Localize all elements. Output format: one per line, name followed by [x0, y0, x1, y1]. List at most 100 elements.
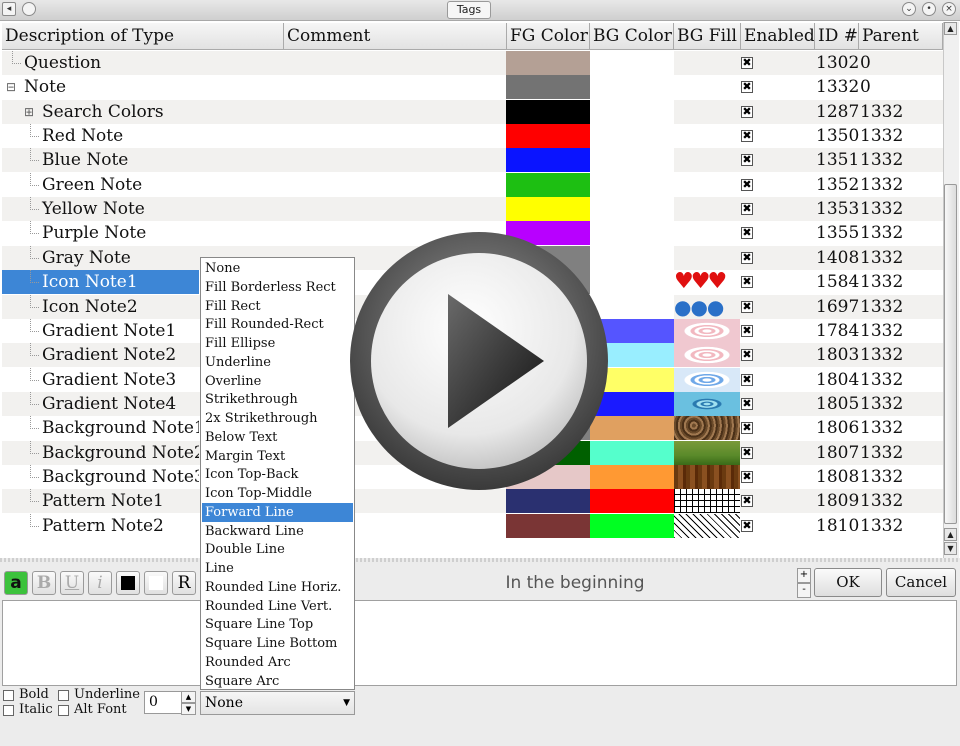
enabled-checkbox[interactable]: ✖ [741, 495, 753, 508]
row-description-cell[interactable]: Gray Note [2, 245, 199, 270]
minimize-icon[interactable]: ⌄ [902, 2, 916, 16]
table-row[interactable]: ⊞ Search Colors ✖ 1287 1332 [2, 99, 943, 124]
enabled-checkbox[interactable]: ✖ [741, 373, 753, 386]
enabled-checkbox[interactable]: ✖ [741, 276, 753, 289]
fg-color-cell[interactable] [506, 148, 590, 173]
enabled-checkbox[interactable]: ✖ [741, 227, 753, 240]
table-row[interactable]: Red Note ✖ 1350 1332 [2, 124, 943, 149]
fg-color-cell[interactable] [506, 172, 590, 197]
bg-fill-cell[interactable] [674, 489, 740, 514]
bg-fill-cell[interactable] [674, 148, 740, 172]
enabled-checkbox[interactable]: ✖ [741, 470, 753, 483]
bg-fill-cell[interactable] [674, 464, 740, 489]
scroll-down-icon[interactable]: ▼ [944, 542, 957, 555]
row-description-cell[interactable]: Red Note [2, 124, 199, 148]
dropdown-option[interactable]: Fill Rect [202, 297, 353, 316]
dropdown-option[interactable]: Square Line Bottom [202, 634, 353, 653]
bg-fill-cell[interactable] [674, 343, 740, 368]
dropdown-option[interactable]: Rounded Arc [202, 653, 353, 672]
bg-color-cell[interactable] [590, 148, 674, 173]
bold-button[interactable]: B [32, 571, 56, 595]
row-description-cell[interactable]: ⊟ Note [2, 75, 199, 99]
dropdown-option[interactable]: None [202, 259, 353, 278]
table-row[interactable]: Pattern Note1 ✖ 1809 1332 [2, 489, 943, 514]
table-row[interactable]: Pattern Note2 ✖ 1810 1332 [2, 513, 943, 538]
dropdown-option[interactable]: Rounded Line Horiz. [202, 578, 353, 597]
spin-down-icon[interactable]: ▼ [181, 703, 196, 715]
col-parent-header[interactable]: Parent [859, 23, 943, 50]
row-description-cell[interactable]: Gradient Note4 [2, 391, 199, 416]
bg-fill-cell[interactable] [674, 173, 740, 197]
row-description-cell[interactable]: Question [2, 51, 199, 75]
enabled-checkbox[interactable]: ✖ [741, 203, 753, 216]
play-overlay-icon[interactable] [348, 230, 610, 492]
col-description-header[interactable]: Description of Type [2, 23, 284, 50]
fg-color-cell[interactable] [506, 99, 590, 124]
col-bg-fill-header[interactable]: BG Fill [674, 23, 741, 50]
row-description-cell[interactable]: Gradient Note2 [2, 343, 199, 367]
enabled-checkbox[interactable]: ✖ [741, 105, 753, 118]
dropdown-option[interactable]: Icon Top-Back [202, 465, 353, 484]
spin-up-icon[interactable]: ▲ [181, 691, 196, 703]
dropdown-option[interactable]: Underline [202, 353, 353, 372]
cancel-button[interactable]: Cancel [886, 568, 956, 597]
expand-icon[interactable]: ⊞ [24, 100, 34, 124]
col-bg-color-header[interactable]: BG Color [590, 23, 674, 50]
fg-color-cell[interactable] [506, 513, 590, 538]
dropdown-option[interactable]: Fill Ellipse [202, 334, 353, 353]
enabled-checkbox[interactable]: ✖ [741, 57, 753, 69]
bg-color-swatch-button[interactable] [144, 571, 168, 595]
italic-checkbox[interactable] [3, 705, 14, 716]
row-description-cell[interactable]: Pattern Note2 [2, 513, 199, 538]
collapse-icon[interactable]: ⊟ [6, 75, 16, 99]
note-textarea[interactable] [2, 600, 957, 686]
dropdown-option[interactable]: Fill Borderless Rect [202, 278, 353, 297]
row-description-cell[interactable]: Background Note3 [2, 464, 199, 489]
scrollbar-thumb[interactable] [944, 184, 957, 524]
comment-input[interactable]: In the beginning [355, 568, 795, 598]
enabled-checkbox[interactable]: ✖ [741, 349, 753, 362]
bg-color-cell[interactable] [590, 489, 674, 514]
bg-color-cell[interactable] [590, 197, 674, 222]
table-row[interactable]: Question ✖ 1302 0 [2, 51, 943, 75]
enabled-checkbox[interactable]: ✖ [741, 178, 753, 191]
row-description-cell[interactable]: Yellow Note [2, 197, 199, 221]
enabled-checkbox[interactable]: ✖ [741, 300, 753, 313]
bg-fill-cell[interactable]: ●●● [674, 295, 740, 319]
table-row[interactable]: Yellow Note ✖ 1353 1332 [2, 197, 943, 222]
text-color-button[interactable]: a [4, 571, 28, 595]
italic-button[interactable]: i [88, 571, 112, 595]
bg-fill-cell[interactable] [674, 75, 740, 99]
bg-color-cell[interactable] [590, 75, 674, 100]
dropdown-option[interactable]: Square Arc [202, 672, 353, 691]
enabled-checkbox[interactable]: ✖ [741, 130, 753, 143]
col-comment-header[interactable]: Comment [284, 23, 507, 50]
bg-fill-cell[interactable] [674, 513, 740, 538]
dropdown-option[interactable]: Line [202, 559, 353, 578]
row-description-cell[interactable]: Icon Note1 [2, 270, 199, 295]
ok-button[interactable]: OK [814, 568, 882, 597]
bg-fill-cell[interactable] [674, 440, 740, 465]
bg-fill-cell[interactable]: ♥♥♥ [674, 270, 740, 294]
increment-icon[interactable]: + [797, 568, 811, 583]
bg-color-cell[interactable] [590, 513, 674, 538]
dropdown-option[interactable]: Icon Top-Middle [202, 484, 353, 503]
bg-fill-cell[interactable] [674, 391, 740, 416]
row-description-cell[interactable]: Background Note1 [2, 416, 199, 440]
dropdown-option[interactable]: Square Line Top [202, 615, 353, 634]
dropdown-option[interactable]: Double Line [202, 540, 353, 559]
fg-color-cell[interactable] [506, 124, 590, 149]
bg-color-cell[interactable] [590, 99, 674, 124]
fg-color-cell[interactable] [506, 51, 590, 75]
bg-fill-cell[interactable] [674, 318, 740, 343]
row-description-cell[interactable]: Pattern Note1 [2, 489, 199, 513]
bg-fill-cell[interactable] [674, 246, 740, 270]
enabled-checkbox[interactable]: ✖ [741, 251, 753, 264]
alt-font-checkbox[interactable] [58, 705, 69, 716]
enabled-checkbox[interactable]: ✖ [741, 422, 753, 435]
bg-fill-cell[interactable] [674, 100, 740, 124]
enabled-checkbox[interactable]: ✖ [741, 81, 753, 94]
row-description-cell[interactable]: Gradient Note1 [2, 318, 199, 343]
enabled-checkbox[interactable]: ✖ [741, 446, 753, 459]
table-row[interactable]: Blue Note ✖ 1351 1332 [2, 148, 943, 173]
